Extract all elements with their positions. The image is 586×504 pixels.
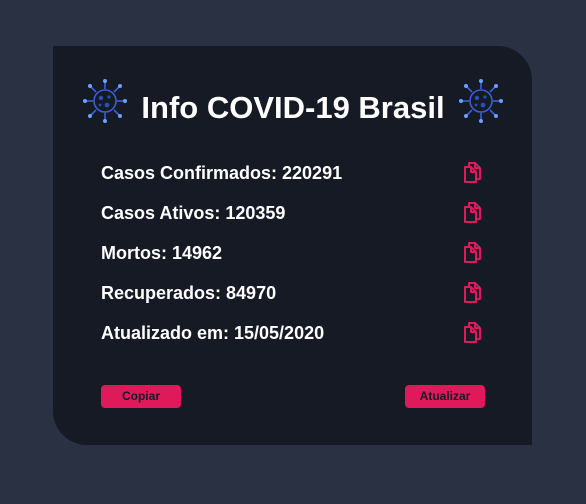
card-header: Info COVID-19 Brasil [53,78,532,138]
page-title: Info COVID-19 Brasil [141,90,445,125]
stat-updated: Atualizado em: 15/05/2020 [101,323,325,343]
stat-row-deaths: Mortos: 14962 [101,238,501,268]
virus-icon [83,79,127,123]
stat-deaths: Mortos: 14962 [101,243,223,263]
stat-row-updated: Atualizado em: 15/05/2020 [101,318,501,348]
copy-button[interactable]: Copiar [101,385,181,408]
stat-confirmed: Casos Confirmados: 220291 [101,163,343,183]
copy-icon[interactable] [461,240,485,264]
stat-recovered: Recuperados: 84970 [101,283,277,303]
refresh-button[interactable]: Atualizar [405,385,485,408]
copy-icon[interactable] [461,160,485,184]
info-card: Info COVID-19 Brasil Casos Confirmados: … [53,46,532,445]
copy-icon[interactable] [461,280,485,304]
stat-row-active: Casos Ativos: 120359 [101,198,501,228]
copy-icon[interactable] [461,200,485,224]
stat-active: Casos Ativos: 120359 [101,203,286,223]
stat-row-confirmed: Casos Confirmados: 220291 [101,158,501,188]
copy-icon[interactable] [461,320,485,344]
stat-row-recovered: Recuperados: 84970 [101,278,501,308]
virus-icon [459,79,503,123]
